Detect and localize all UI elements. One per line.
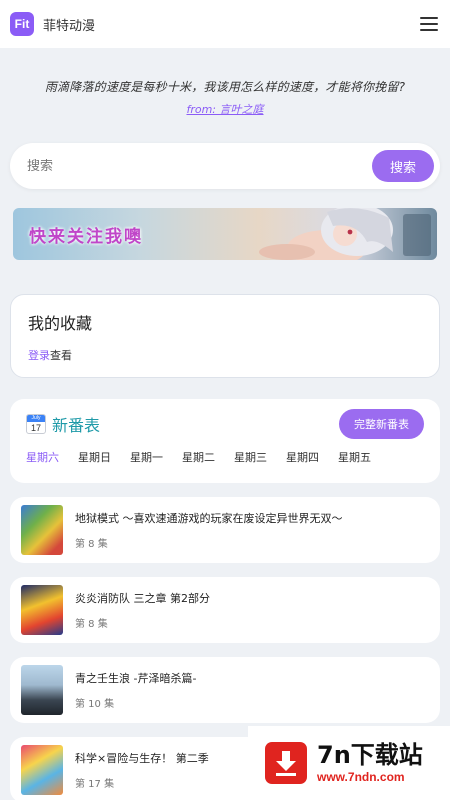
schedule-title: 新番表 — [52, 416, 101, 435]
full-schedule-button[interactable]: 完整新番表 — [339, 409, 424, 439]
weekday-tabs: 星期六 星期日 星期一 星期二 星期三 星期四 星期五 — [26, 449, 424, 465]
watermark-url: www.7ndn.com — [317, 770, 405, 784]
download-site-watermark: 7n下载站 www.7ndn.com — [248, 726, 450, 800]
tab-day[interactable]: 星期日 — [78, 449, 111, 465]
watermark-title: 7n下载站 — [317, 741, 423, 769]
app-title[interactable]: 菲特动漫 — [43, 15, 95, 34]
calendar-icon: July 17 — [26, 414, 46, 434]
favorites-card: 我的收藏 登录查看 — [10, 294, 440, 378]
banner-text: 快来关注我噢 — [29, 227, 143, 247]
anime-episode: 第 17 集 — [75, 779, 115, 790]
anime-title: 青之壬生浪 -芹泽暗杀篇- — [75, 672, 197, 685]
list-item[interactable]: 炎炎消防队 三之章 第2部分 第 8 集 — [10, 577, 440, 643]
tab-day[interactable]: 星期五 — [338, 449, 371, 465]
list-item[interactable]: 青之壬生浪 -芹泽暗杀篇- 第 10 集 — [10, 657, 440, 723]
tab-day[interactable]: 星期一 — [130, 449, 163, 465]
quote-source-link[interactable]: from: 言叶之庭 — [186, 101, 263, 117]
anime-cover-image — [21, 745, 63, 795]
anime-cover-image — [21, 665, 63, 715]
anime-title: 炎炎消防队 三之章 第2部分 — [75, 592, 210, 605]
anime-episode: 第 8 集 — [75, 619, 108, 630]
anime-cover-image — [21, 505, 63, 555]
tab-day[interactable]: 星期二 — [182, 449, 215, 465]
anime-title: 科学×冒险与生存！ 第二季 — [75, 752, 209, 765]
favorites-title: 我的收藏 — [28, 314, 93, 333]
top-bar: Fit 菲特动漫 — [0, 0, 450, 48]
login-link[interactable]: 登录 — [28, 349, 50, 362]
tab-day[interactable]: 星期四 — [286, 449, 319, 465]
tab-day[interactable]: 星期六 — [26, 449, 59, 465]
quote-text: 雨滴降落的速度是每秒十米，我该用怎么样的速度，才能将你挽留? — [44, 80, 406, 94]
search-input[interactable] — [27, 158, 372, 174]
hamburger-icon[interactable] — [420, 17, 438, 31]
anime-title: 地狱模式 ～喜欢速通游戏的玩家在废设定异世界无双～ — [75, 512, 343, 525]
list-item[interactable]: 地狱模式 ～喜欢速通游戏的玩家在废设定异世界无双～ 第 8 集 — [10, 497, 440, 563]
login-suffix: 查看 — [50, 349, 72, 362]
anime-episode: 第 8 集 — [75, 539, 108, 550]
schedule-header: July 17 新番表 完整新番表 — [26, 409, 424, 439]
search-button[interactable]: 搜索 — [372, 150, 434, 182]
anime-episode: 第 10 集 — [75, 699, 115, 710]
search-bar: 搜索 — [10, 143, 440, 189]
banner-anime-illustration — [259, 208, 431, 260]
download-arrow-icon — [265, 742, 307, 784]
promo-banner[interactable]: 快来关注我噢 — [13, 208, 437, 260]
app-logo[interactable]: Fit — [10, 12, 34, 36]
schedule-card: July 17 新番表 完整新番表 星期六 星期日 星期一 星期二 星期三 星期… — [10, 399, 440, 483]
favorites-login-line: 登录查看 — [28, 347, 422, 363]
anime-cover-image — [21, 585, 63, 635]
tab-day[interactable]: 星期三 — [234, 449, 267, 465]
